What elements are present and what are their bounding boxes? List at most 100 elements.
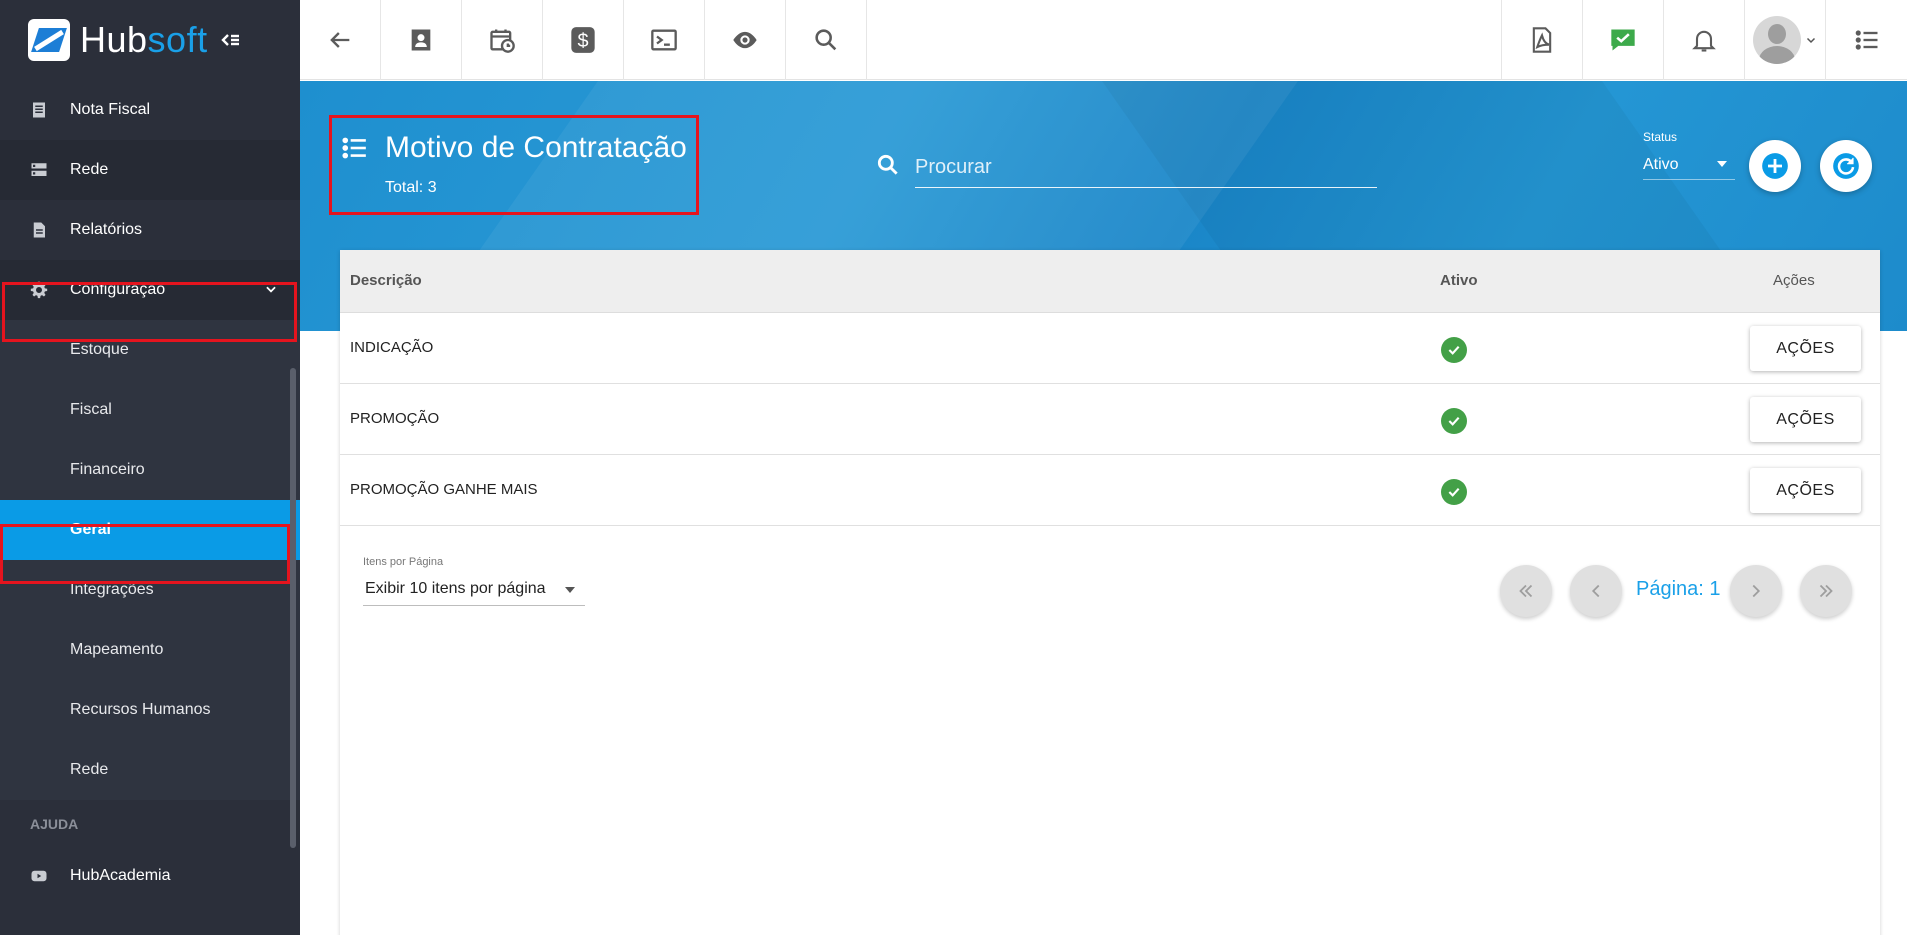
first-page-button[interactable] xyxy=(1500,565,1552,617)
dollar-icon: $ xyxy=(571,27,595,53)
table-card: Descrição Ativo Ações INDICAÇÃO AÇÕES PR… xyxy=(340,250,1880,935)
svg-text:$: $ xyxy=(577,30,588,52)
sidebar-item-label: Nota Fiscal xyxy=(70,101,151,118)
collapse-menu-icon[interactable] xyxy=(218,28,242,52)
table-row[interactable]: PROMOÇÃO AÇÕES xyxy=(340,384,1880,455)
app: Hubsoft Nota Fiscal Rede Relatórios Conf… xyxy=(0,0,1907,935)
back-button[interactable] xyxy=(300,0,381,80)
current-page-label: Página: 1 xyxy=(1636,578,1721,600)
financial-button[interactable]: $ xyxy=(543,0,624,80)
sidebar-subitem-label: Recursos Humanos xyxy=(70,701,211,718)
sidebar-item-configuracao[interactable]: Configuração xyxy=(0,260,300,320)
avatar xyxy=(1753,16,1801,64)
topbar: $ xyxy=(300,0,1907,80)
sidebar-subitem-fiscal[interactable]: Fiscal xyxy=(0,380,300,440)
sidebar-subitem-mapeamento[interactable]: Mapeamento xyxy=(0,620,300,680)
schedule-button[interactable] xyxy=(462,0,543,80)
sidebar-item-relatorios[interactable]: Relatórios xyxy=(0,200,300,260)
active-check-icon xyxy=(1441,337,1467,363)
sidebar-subitem-label: Geral xyxy=(70,521,111,538)
column-header-acoes: Ações xyxy=(1773,272,1815,289)
sidebar-subitem-financeiro[interactable]: Financeiro xyxy=(0,440,300,500)
chevron-down-icon xyxy=(1806,37,1816,44)
sidebar-subitem-rede[interactable]: Rede xyxy=(0,740,300,800)
brand-name-part2: soft xyxy=(147,19,208,60)
search-input[interactable] xyxy=(915,148,1377,188)
pdf-button[interactable] xyxy=(1502,0,1583,80)
brand-name-part1: Hub xyxy=(80,19,148,60)
sidebar-subitem-label: Mapeamento xyxy=(70,641,164,658)
status-select[interactable]: Status Ativo xyxy=(1643,128,1735,180)
user-menu-button[interactable] xyxy=(1745,0,1826,80)
calendar-clock-icon xyxy=(490,29,515,53)
next-page-button[interactable] xyxy=(1730,565,1782,617)
report-icon xyxy=(33,222,45,238)
pdf-icon xyxy=(1532,27,1552,53)
refresh-icon xyxy=(1833,153,1859,179)
contacts-button[interactable] xyxy=(381,0,462,80)
page-title-block: Motivo de Contratação Total: 3 xyxy=(330,115,698,215)
status-label: Status xyxy=(1643,130,1678,144)
search-icon xyxy=(815,29,837,51)
status-value: Ativo xyxy=(1643,156,1679,173)
hubsoft-logo xyxy=(28,19,70,61)
chevron-down-icon xyxy=(266,286,276,293)
sidebar-section-label: AJUDA xyxy=(30,816,79,832)
sidebar-menu: Nota Fiscal Rede Relatórios Configuração… xyxy=(0,60,300,906)
add-button[interactable] xyxy=(1749,140,1801,192)
double-chevron-right-icon xyxy=(1819,584,1833,598)
sidebar-subitem-label: Fiscal xyxy=(70,401,112,418)
topbar-spacer xyxy=(867,0,1502,79)
column-header-descricao[interactable]: Descrição xyxy=(350,272,422,289)
previous-page-button[interactable] xyxy=(1570,565,1622,617)
document-icon xyxy=(33,102,45,118)
sidebar-item-hubacademia[interactable]: HubAcademia xyxy=(0,846,300,906)
notifications-button[interactable] xyxy=(1664,0,1745,80)
menu-list-button[interactable] xyxy=(1826,0,1907,80)
acoes-button[interactable]: AÇÕES xyxy=(1750,397,1861,442)
chevron-left-icon xyxy=(1591,584,1600,598)
table-row[interactable]: PROMOÇÃO GANHE MAIS AÇÕES xyxy=(340,455,1880,526)
brand-name: Hubsoft xyxy=(80,19,208,61)
last-page-button[interactable] xyxy=(1800,565,1852,617)
back-arrow-icon xyxy=(330,32,350,48)
search-button[interactable] xyxy=(786,0,867,80)
page-title: Motivo de Contratação xyxy=(385,131,687,164)
sidebar-subitem-integracoes[interactable]: Integrações xyxy=(0,560,300,620)
bell-icon xyxy=(1692,30,1716,52)
acoes-button[interactable]: AÇÕES xyxy=(1750,326,1861,371)
sidebar-subitem-geral[interactable]: Geral xyxy=(0,500,300,560)
view-button[interactable] xyxy=(705,0,786,80)
chat-button[interactable] xyxy=(1583,0,1664,80)
sidebar-subitem-estoque[interactable]: Estoque xyxy=(0,320,300,380)
server-icon xyxy=(31,163,47,176)
eye-icon xyxy=(733,31,757,49)
sidebar-item-nota-fiscal[interactable]: Nota Fiscal xyxy=(0,80,300,140)
search-bar xyxy=(875,148,1377,190)
page-total: Total: 3 xyxy=(385,179,437,196)
contact-card-icon xyxy=(411,29,431,51)
refresh-button[interactable] xyxy=(1820,140,1872,192)
cell-descricao: PROMOÇÃO xyxy=(350,410,440,427)
add-circle-icon xyxy=(1762,153,1788,179)
terminal-button[interactable] xyxy=(624,0,705,80)
search-icon xyxy=(877,154,898,175)
sidebar-scrollbar-thumb[interactable] xyxy=(290,368,296,848)
list-icon xyxy=(1855,30,1877,50)
sidebar-item-label: Rede xyxy=(70,161,109,178)
sidebar-item-rede[interactable]: Rede xyxy=(0,140,300,200)
cell-descricao: INDICAÇÃO xyxy=(350,339,434,356)
active-check-icon xyxy=(1441,479,1467,505)
brand-header: Hubsoft xyxy=(0,0,300,80)
acoes-button[interactable]: AÇÕES xyxy=(1750,468,1861,513)
gear-icon xyxy=(30,281,48,299)
caret-down-icon xyxy=(565,587,575,593)
sidebar-subitem-label: Integrações xyxy=(70,581,154,598)
column-header-ativo[interactable]: Ativo xyxy=(1440,272,1478,289)
items-per-page-select[interactable]: Exibir 10 itens por página xyxy=(363,572,585,606)
status-underline xyxy=(1643,179,1735,180)
sidebar-section-ajuda: AJUDA xyxy=(0,806,300,846)
sidebar-subitem-recursos-humanos[interactable]: Recursos Humanos xyxy=(0,680,300,740)
sidebar: Hubsoft Nota Fiscal Rede Relatórios Conf… xyxy=(0,0,300,935)
table-row[interactable]: INDICAÇÃO AÇÕES xyxy=(340,313,1880,384)
